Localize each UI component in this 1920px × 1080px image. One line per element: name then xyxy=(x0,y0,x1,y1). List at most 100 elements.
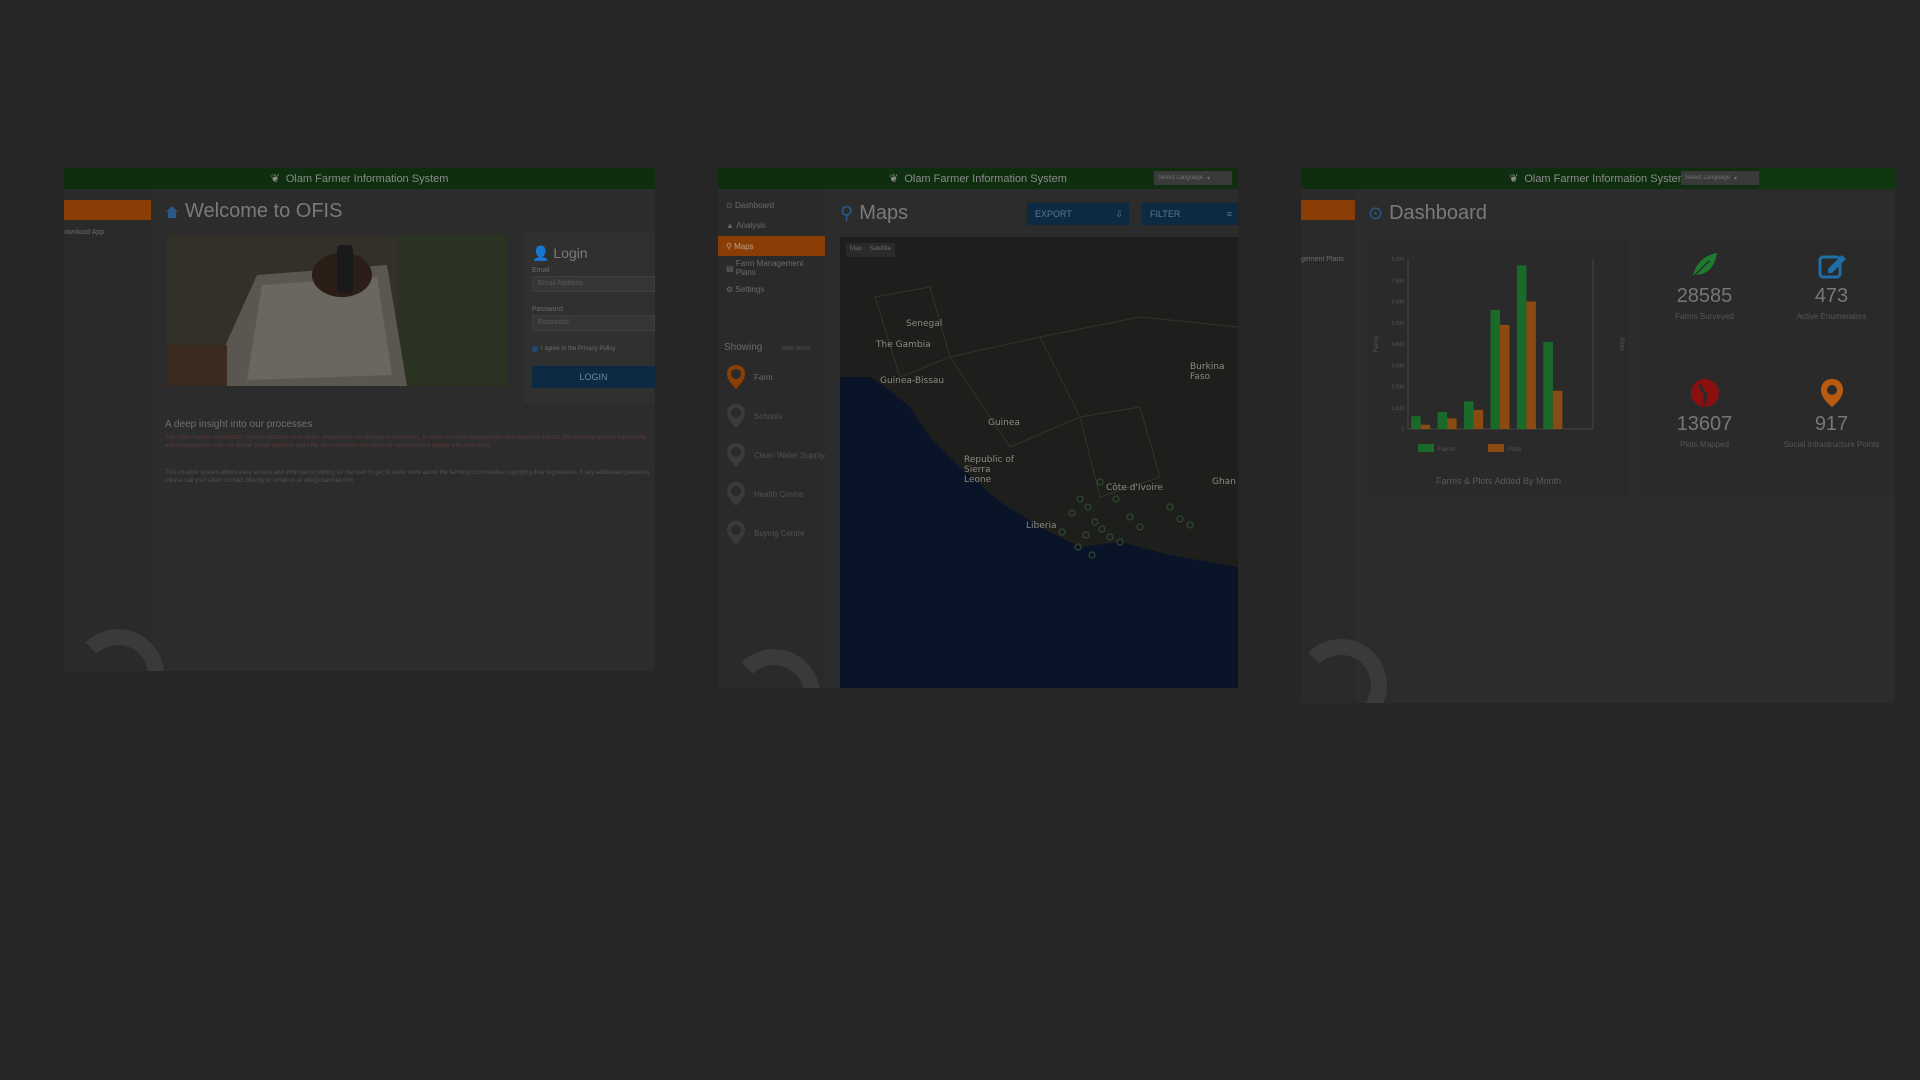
download-icon: ⇩ xyxy=(1115,208,1123,219)
bar-plots xyxy=(1526,301,1536,429)
dashboard-icon: ⊙ xyxy=(1368,203,1384,223)
map-pin-icon: ⚲ xyxy=(840,203,854,223)
y-tick-label: 3,000 xyxy=(1391,363,1404,369)
sidebar-item-settings[interactable]: ⚙ Settings xyxy=(718,279,825,299)
map-type-toggle[interactable]: Map Satellite xyxy=(846,243,896,257)
map-toggle-satellite[interactable]: Satellite xyxy=(866,243,895,257)
dashboard-icon: ⊙ xyxy=(726,200,735,210)
map-label-ghana: Ghan xyxy=(1212,477,1236,487)
chart-card: 0 1,000 2,000 3,000 4,000 5,000 6,000 7,000 8,00… xyxy=(1368,239,1629,495)
y-tick-label: 1,000 xyxy=(1391,406,1404,412)
gear-icon: ⚙ xyxy=(726,284,736,294)
y-tick-label: 8,000 xyxy=(1391,257,1404,263)
password-label: Password xyxy=(532,306,563,313)
sidebar-item-farm-management-plans[interactable]: ▤ Farm Management Plans xyxy=(718,258,825,278)
stat-farms-surveyed: 28585 Farms Surveyed xyxy=(1641,249,1768,321)
insight-heading: A deep insight into our processes xyxy=(165,419,313,430)
map-label-guinea: Guinea xyxy=(988,418,1020,428)
bar-plots xyxy=(1420,424,1431,429)
legend-label: Schools xyxy=(754,411,783,421)
app-title: Olam Farmer Information System xyxy=(1524,172,1687,185)
language-select-label: Select Language xyxy=(1158,175,1204,181)
page-title: ⚲ Maps xyxy=(840,202,908,225)
filter-label: FILTER xyxy=(1150,209,1181,219)
legend-buying-centre[interactable]: Buying Centre xyxy=(726,518,805,548)
bar-farms xyxy=(1543,341,1553,429)
buying-pin-icon xyxy=(727,521,745,545)
legend-label: Clean Water Supply xyxy=(754,450,825,460)
filter-button[interactable]: FILTER ≡ xyxy=(1142,203,1238,225)
login-button[interactable]: LOGIN xyxy=(532,366,655,388)
password-field[interactable]: Password xyxy=(532,315,655,331)
bar-farms xyxy=(1490,310,1500,429)
sidebar-download-link[interactable]: ownload App xyxy=(64,229,104,236)
map-label-sierra-leone: Republic of Sierra Leone xyxy=(964,455,1015,485)
welcome-heading: Welcome to OFIS xyxy=(185,200,343,222)
location-pin-icon xyxy=(1820,379,1843,407)
legend-farm[interactable]: Farm xyxy=(726,362,773,392)
login-title: 👤 Login xyxy=(532,245,588,262)
stat-label: Plots Mapped xyxy=(1680,440,1729,449)
sidebar-item-analysis[interactable]: ▲ Analysis xyxy=(718,215,825,235)
y-tick-label: 6,000 xyxy=(1391,300,1404,306)
bar-plots xyxy=(1552,390,1563,429)
legend-schools[interactable]: Schools xyxy=(726,401,782,431)
sidebar-item-label: Settings xyxy=(735,284,765,294)
user-icon: 👤 xyxy=(532,245,550,261)
stat-plots-mapped: 13607 Plots Mapped xyxy=(1641,377,1768,449)
sidebar-active-item[interactable] xyxy=(1301,200,1355,220)
health-pin-icon xyxy=(727,482,745,506)
stats-card: 28585 Farms Surveyed 473 Active Enumerat… xyxy=(1641,239,1895,495)
globe-icon xyxy=(1690,379,1719,407)
map-canvas xyxy=(840,237,1238,688)
sidebar-active-item[interactable] xyxy=(64,200,151,220)
map-view[interactable]: Map Satellite Senegal The Gambia Guinea-… xyxy=(840,237,1238,688)
dashboard-screenshot: ❦ Olam Farmer Information System Select … xyxy=(1301,168,1895,703)
email-field[interactable]: Email Address xyxy=(532,276,655,292)
leaf-icon: ❦ xyxy=(270,173,280,185)
top-bar: ❦ Olam Farmer Information System Select … xyxy=(718,168,1238,189)
sidebar-item-label: Farm Management Plans xyxy=(735,259,804,277)
bar-plots xyxy=(1499,324,1510,429)
stat-value: 917 xyxy=(1814,413,1849,435)
sidebar: ownload App xyxy=(64,189,164,671)
bar-farms xyxy=(1464,401,1474,429)
hero-image xyxy=(167,235,508,386)
map-toggle-map[interactable]: Map xyxy=(846,243,866,257)
stat-label: Active Enumerators xyxy=(1796,312,1867,321)
y-tick-label: 5,000 xyxy=(1391,321,1404,327)
leaf-icon: ❦ xyxy=(889,173,899,185)
language-select-label: Select Language xyxy=(1685,175,1731,181)
y-tick-label: 7,000 xyxy=(1391,278,1404,284)
home-icon xyxy=(166,205,178,218)
stat-value: 473 xyxy=(1814,285,1849,307)
leaf-icon: ❦ xyxy=(1509,173,1519,185)
clipboard-icon: ▤ xyxy=(726,263,736,273)
privacy-checkbox-row[interactable]: I agree to the Privacy Policy xyxy=(532,346,615,352)
app-title: Olam Farmer Information System xyxy=(904,172,1067,185)
sidebar-item-maps[interactable]: ⚲ Maps xyxy=(718,236,825,256)
hide-items-link[interactable]: Hide items xyxy=(782,346,810,352)
bar-farms xyxy=(1411,416,1421,429)
sidebar-item-farm-management-plans[interactable]: gement Plans xyxy=(1301,256,1344,263)
chevron-down-icon: ▾ xyxy=(1734,175,1738,182)
stat-label: Farms Surveyed xyxy=(1675,312,1734,321)
sidebar-item-label: Maps xyxy=(734,241,754,251)
chevron-down-icon: ▾ xyxy=(1207,175,1211,182)
farm-pin-icon xyxy=(727,365,745,389)
maps-heading: Maps xyxy=(859,202,909,224)
export-button[interactable]: EXPORT ⇩ xyxy=(1027,203,1129,225)
privacy-checkbox[interactable] xyxy=(532,346,538,352)
legend-label: Buying Centre xyxy=(754,528,805,538)
legend-health-centre[interactable]: Health Centre xyxy=(726,479,803,509)
legend-clean-water[interactable]: Clean Water Supply xyxy=(726,440,825,470)
sidebar-item-dashboard[interactable]: ⊙ Dashboard xyxy=(718,195,825,215)
language-select[interactable]: Select Language ▾ xyxy=(1681,171,1759,185)
language-select[interactable]: Select Language ▾ xyxy=(1154,171,1232,185)
decorative-logo xyxy=(728,649,820,688)
top-bar: ❦ Olam Farmer Information System xyxy=(64,168,655,189)
bar-farms xyxy=(1516,265,1527,429)
chart-icon: ▲ xyxy=(726,220,737,230)
chart-caption: Farms & Plots Added By Month xyxy=(1435,476,1562,486)
showing-heading: Showing xyxy=(724,342,763,353)
